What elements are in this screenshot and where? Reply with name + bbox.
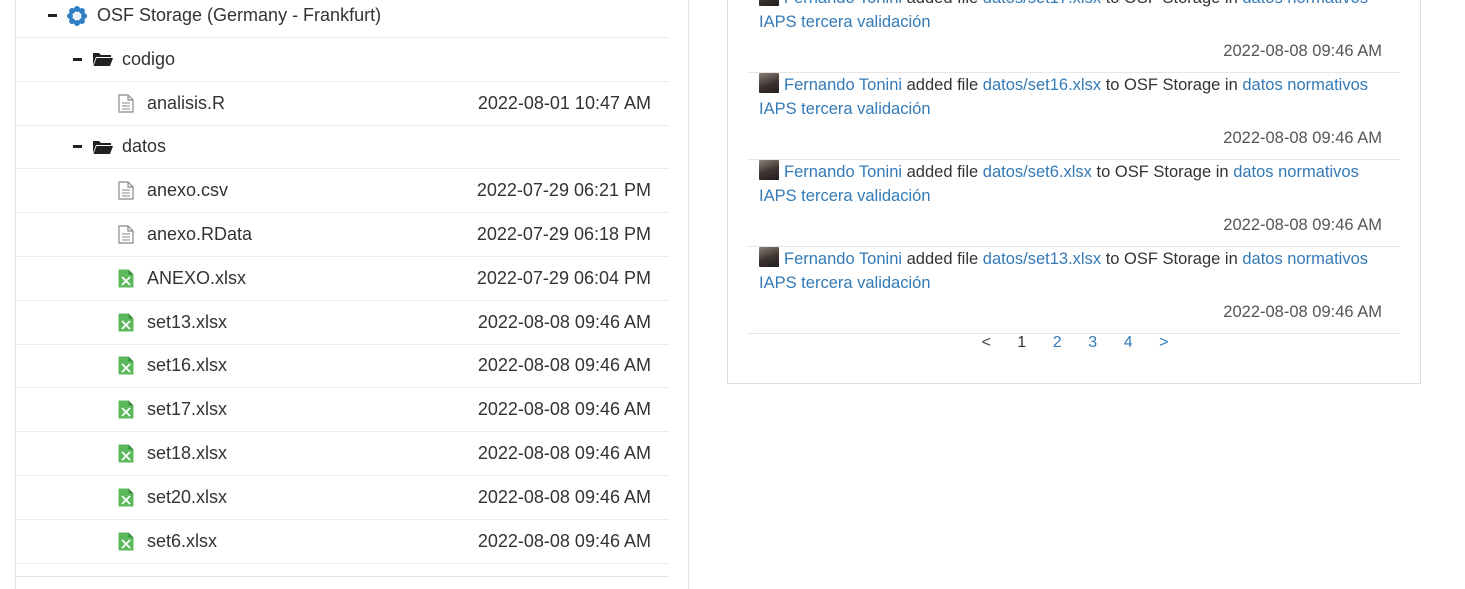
file-row[interactable]: set18.xlsx 2022-08-08 09:46 AM: [16, 432, 669, 476]
file-name[interactable]: ANEXO.xlsx: [147, 257, 246, 300]
modified-date: 2022-08-08 09:46 AM: [477, 530, 651, 551]
activity-text: Fernando Tonini added file datos/set17.x…: [759, 0, 1391, 34]
action-text: added file: [906, 250, 979, 268]
folder-open-icon: [93, 125, 113, 168]
pagination: <1 2 3 4 >: [728, 334, 1422, 358]
activity-entry: Fernando Tonini added file datos/set16.x…: [747, 73, 1400, 160]
action-text: added file: [906, 76, 979, 94]
excel-file-icon: [118, 344, 134, 387]
collapse-toggle-icon[interactable]: [71, 125, 83, 168]
excel-file-icon: [118, 520, 134, 563]
file-row[interactable]: ANEXO.xlsx 2022-07-29 06:04 PM: [16, 257, 669, 301]
folder-name[interactable]: codigo: [122, 38, 175, 81]
file-row[interactable]: set20.xlsx 2022-08-08 09:46 AM: [16, 476, 669, 520]
file-name[interactable]: set20.xlsx: [147, 476, 227, 519]
provider-row[interactable]: OSF Storage (Germany - Frankfurt): [16, 0, 669, 38]
location-text: to OSF Storage in: [1105, 76, 1238, 94]
activity-text: Fernando Tonini added file datos/set16.x…: [759, 73, 1391, 121]
user-avatar[interactable]: [759, 0, 779, 6]
excel-file-icon: [118, 257, 134, 300]
folder-open-icon: [93, 38, 113, 81]
location-text: to OSF Storage in: [1096, 163, 1229, 181]
action-text: added file: [906, 163, 979, 181]
activity-entry: Fernando Tonini added file datos/set13.x…: [747, 247, 1400, 334]
file-row[interactable]: anexo.csv 2022-07-29 06:21 PM: [16, 169, 669, 214]
page-2-button[interactable]: 2: [1040, 334, 1076, 358]
user-link[interactable]: Fernando Tonini: [784, 250, 902, 268]
page-3-button[interactable]: 3: [1075, 334, 1111, 358]
file-link[interactable]: datos/set6.xlsx: [983, 163, 1092, 181]
activity-timestamp: 2022-08-08 09:46 AM: [1223, 42, 1382, 60]
collapse-toggle-icon[interactable]: [71, 38, 83, 81]
folder-row-codigo[interactable]: codigo: [16, 38, 669, 82]
text-file-icon: [118, 82, 134, 125]
file-link[interactable]: datos/set17.xlsx: [983, 0, 1101, 7]
modified-date: 2022-07-29 06:04 PM: [476, 267, 651, 288]
user-avatar[interactable]: [759, 247, 779, 267]
activity-timestamp: 2022-08-08 09:46 AM: [1223, 303, 1382, 321]
activity-entry: Fernando Tonini added file datos/set17.x…: [747, 0, 1400, 73]
activity-text: Fernando Tonini added file datos/set13.x…: [759, 247, 1391, 295]
modified-date: 2022-08-08 09:46 AM: [477, 355, 651, 376]
text-file-icon: [118, 169, 134, 212]
page-4-button[interactable]: 4: [1111, 334, 1147, 358]
action-text: added file: [907, 0, 979, 7]
file-name[interactable]: set13.xlsx: [147, 301, 227, 344]
file-name[interactable]: anexo.RData: [147, 213, 252, 256]
provider-name[interactable]: OSF Storage (Germany - Frankfurt): [97, 0, 381, 37]
excel-file-icon: [118, 388, 134, 431]
excel-file-icon: [118, 432, 134, 475]
location-text: to OSF Storage in: [1106, 0, 1238, 7]
next-page-button[interactable]: >: [1146, 334, 1182, 358]
file-row[interactable]: analisis.R 2022-08-01 10:47 AM: [16, 82, 669, 126]
file-row[interactable]: set16.xlsx 2022-08-08 09:46 AM: [16, 344, 669, 389]
file-name[interactable]: set17.xlsx: [147, 388, 227, 431]
file-row[interactable]: set6.xlsx 2022-08-08 09:46 AM: [16, 520, 669, 564]
excel-file-icon: [118, 476, 134, 519]
modified-date: 2022-08-08 09:46 AM: [477, 443, 651, 463]
divider: [16, 576, 669, 577]
user-avatar[interactable]: [759, 73, 779, 93]
modified-date: 2022-08-01 10:47 AM: [477, 92, 651, 113]
osf-storage-icon: [66, 0, 88, 37]
file-link[interactable]: datos/set13.xlsx: [983, 250, 1101, 268]
collapse-toggle-icon[interactable]: [46, 0, 58, 37]
user-avatar[interactable]: [759, 160, 779, 180]
file-name[interactable]: set18.xlsx: [147, 432, 227, 475]
file-name[interactable]: anexo.csv: [147, 169, 228, 212]
page-1-button[interactable]: 1: [1004, 334, 1040, 358]
file-name[interactable]: set6.xlsx: [147, 520, 217, 563]
modified-date: 2022-08-08 09:46 AM: [477, 311, 651, 332]
activity-timestamp: 2022-08-08 09:46 AM: [1223, 129, 1382, 147]
modified-date: 2022-07-29 06:18 PM: [476, 224, 651, 244]
file-row[interactable]: set13.xlsx 2022-08-08 09:46 AM: [16, 301, 669, 345]
modified-date: 2022-08-08 09:46 AM: [477, 399, 651, 420]
file-row[interactable]: anexo.RData 2022-07-29 06:18 PM: [16, 213, 669, 257]
recent-activity-panel: Fernando Tonini added file datos/set17.x…: [727, 0, 1421, 384]
excel-file-icon: [118, 301, 134, 344]
file-link[interactable]: datos/set16.xlsx: [983, 76, 1101, 94]
text-file-icon: [118, 213, 134, 256]
file-row[interactable]: set17.xlsx 2022-08-08 09:46 AM: [16, 388, 669, 433]
prev-page-button[interactable]: <: [969, 334, 1005, 358]
modified-date: 2022-08-08 09:46 AM: [477, 486, 651, 507]
folder-row-datos[interactable]: datos: [16, 125, 669, 170]
files-panel: OSF Storage (Germany - Frankfurt) codigo a…: [15, 0, 689, 589]
folder-name[interactable]: datos: [122, 125, 166, 168]
user-link[interactable]: Fernando Tonini: [784, 0, 902, 7]
file-name[interactable]: set16.xlsx: [147, 344, 227, 387]
file-name[interactable]: analisis.R: [147, 82, 225, 125]
location-text: to OSF Storage in: [1105, 250, 1238, 268]
user-link[interactable]: Fernando Tonini: [784, 163, 902, 181]
activity-text: Fernando Tonini added file datos/set6.xl…: [759, 160, 1391, 208]
activity-entry: Fernando Tonini added file datos/set6.xl…: [747, 160, 1400, 247]
activity-timestamp: 2022-08-08 09:46 AM: [1223, 216, 1382, 234]
modified-date: 2022-07-29 06:21 PM: [476, 180, 651, 201]
user-link[interactable]: Fernando Tonini: [784, 76, 902, 94]
